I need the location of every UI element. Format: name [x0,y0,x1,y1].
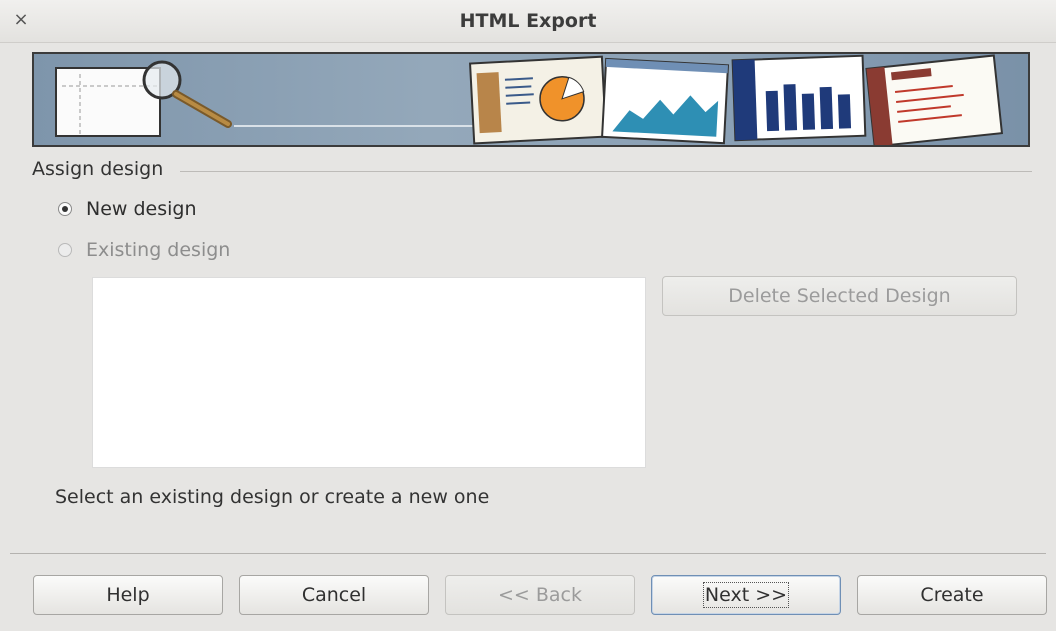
back-button: << Back [445,575,635,615]
next-button[interactable]: Next >> [651,575,841,615]
delete-selected-design-button: Delete Selected Design [662,276,1017,316]
new-design-radio-option[interactable]: New design [58,196,197,222]
create-button-label: Create [920,584,984,606]
existing-design-radio-option: Existing design [58,237,230,263]
next-button-label: Next >> [702,582,790,608]
instruction-text: Select an existing design or create a ne… [55,486,490,508]
new-design-label: New design [86,198,197,220]
cancel-button-label: Cancel [301,584,367,606]
window-title: HTML Export [459,10,597,32]
footer-separator [10,553,1046,554]
help-button[interactable]: Help [33,575,223,615]
title-bar: × HTML Export [0,0,1056,43]
cancel-button[interactable]: Cancel [239,575,429,615]
help-button-label: Help [106,584,150,606]
new-design-radio[interactable] [58,202,72,216]
back-button-label: << Back [497,584,582,606]
create-button[interactable]: Create [857,575,1047,615]
existing-design-radio [58,243,72,257]
banner-image [32,52,1030,147]
existing-designs-list[interactable] [92,277,646,468]
assign-design-divider [180,171,1032,172]
existing-design-label: Existing design [86,239,231,261]
assign-design-legend: Assign design [32,158,164,180]
banner-illustration [55,54,1004,145]
delete-selected-design-label: Delete Selected Design [728,285,951,307]
